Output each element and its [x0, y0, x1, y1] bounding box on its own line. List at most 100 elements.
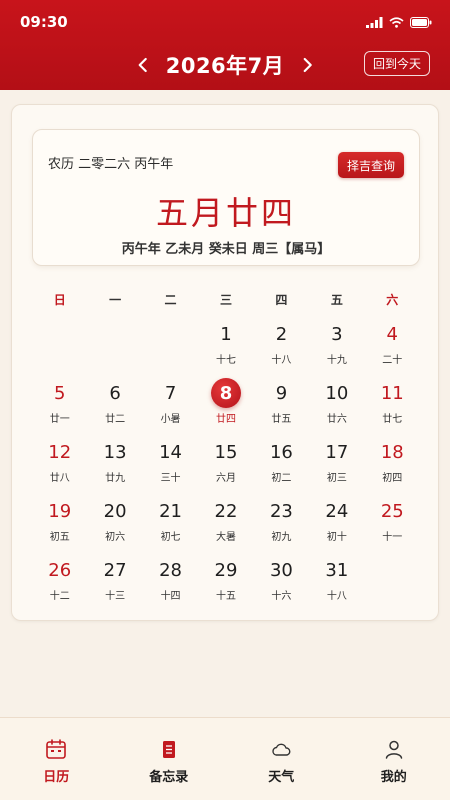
day-cell[interactable]: 21 初七: [143, 496, 198, 555]
day-number: 10: [325, 382, 349, 404]
weekday-wed: 三: [219, 293, 232, 307]
day-cell[interactable]: 20 初六: [87, 496, 142, 555]
day-lunar-label: 三十: [160, 473, 181, 484]
empty-day-cell: [32, 319, 87, 378]
day-lunar-label: 初五: [49, 532, 70, 543]
day-cell[interactable]: 2 十八: [254, 319, 309, 378]
day-cell[interactable]: 23 初九: [254, 496, 309, 555]
day-lunar-label: 十九: [326, 355, 347, 366]
day-number: 16: [269, 441, 293, 463]
lunar-info-card: 农历 二零二六 丙午年 择吉查询 五月廿四 丙午年 乙未月 癸未日 周三【属马】: [32, 129, 420, 266]
day-cell[interactable]: 3 十九: [309, 319, 364, 378]
day-lunar-label: 廿六: [326, 414, 347, 425]
day-cell[interactable]: 26 十二: [32, 555, 87, 614]
status-bar: 09:30: [0, 0, 450, 44]
day-number: 31: [325, 559, 349, 581]
day-cell[interactable]: 17 初三: [309, 437, 364, 496]
day-cell[interactable]: 22 大暑: [198, 496, 253, 555]
tab-label: 日历: [43, 770, 70, 785]
day-cell[interactable]: 15 六月: [198, 437, 253, 496]
calendar-card: 农历 二零二六 丙午年 择吉查询 五月廿四 丙午年 乙未月 癸未日 周三【属马】…: [11, 104, 439, 621]
day-number: 26: [48, 559, 72, 581]
user-icon: [383, 738, 405, 760]
day-cell[interactable]: 19 初五: [32, 496, 87, 555]
day-lunar-label: 初三: [326, 473, 347, 484]
day-lunar-label: 二十: [382, 355, 403, 366]
day-cell[interactable]: 1 十七: [198, 319, 253, 378]
bottom-tab-bar: 日历 备忘录 天气 我的: [0, 717, 450, 800]
weekday-fri: 五: [330, 293, 343, 307]
tab-calendar[interactable]: 日历: [0, 718, 113, 800]
day-number: 7: [164, 382, 177, 404]
tab-label: 天气: [268, 770, 295, 785]
day-number: 30: [269, 559, 293, 581]
day-lunar-label: 廿一: [49, 414, 70, 425]
day-cell[interactable]: 11 廿七: [365, 378, 420, 437]
day-cell[interactable]: 29 十五: [198, 555, 253, 614]
day-cell[interactable]: 9 廿五: [254, 378, 309, 437]
day-cell[interactable]: 7 小暑: [143, 378, 198, 437]
day-lunar-label: 十六: [271, 591, 292, 602]
day-cell[interactable]: 30 十六: [254, 555, 309, 614]
weekday-sat: 六: [386, 293, 399, 307]
day-number: 14: [159, 441, 183, 463]
day-cell[interactable]: 31 十八: [309, 555, 364, 614]
day-number: 17: [325, 441, 349, 463]
tab-memo[interactable]: 备忘录: [113, 718, 226, 800]
day-number: 24: [325, 500, 349, 522]
day-cell[interactable]: 8 廿四: [198, 378, 253, 437]
empty-day-cell: [143, 319, 198, 378]
prev-month-icon[interactable]: [130, 50, 156, 80]
day-lunar-label: 初六: [105, 532, 126, 543]
tab-profile[interactable]: 我的: [338, 718, 450, 800]
today-button[interactable]: 回到今天: [363, 51, 430, 76]
next-month-icon[interactable]: [294, 50, 320, 80]
day-number: 25: [380, 500, 404, 522]
day-lunar-label: 十八: [326, 591, 347, 602]
day-lunar-label: 六月: [215, 473, 236, 484]
day-number: 9: [275, 382, 288, 404]
day-number: 20: [103, 500, 127, 522]
weekday-thu: 四: [275, 293, 288, 307]
day-cell[interactable]: 6 廿二: [87, 378, 142, 437]
weather-icon: [270, 738, 292, 760]
day-cell[interactable]: 5 廿一: [32, 378, 87, 437]
day-cell[interactable]: 14 三十: [143, 437, 198, 496]
day-number: 29: [214, 559, 238, 581]
day-cell[interactable]: 27 十三: [87, 555, 142, 614]
day-lunar-label: 初四: [382, 473, 403, 484]
day-number: 13: [103, 441, 127, 463]
month-nav-row: 2026年7月 回到今天: [0, 46, 450, 84]
day-number: 19: [48, 500, 72, 522]
day-lunar-label: 十二: [49, 591, 70, 602]
app-header: 09:30 2026年7月 回到今天: [0, 0, 450, 90]
battery-icon: [410, 13, 432, 32]
day-number: 3: [331, 323, 343, 345]
day-cell[interactable]: 13 廿九: [87, 437, 142, 496]
day-cell[interactable]: 25 十一: [365, 496, 420, 555]
day-number: 4: [386, 323, 398, 345]
month-navigator: 2026年7月: [130, 46, 321, 84]
day-number: 23: [269, 500, 293, 522]
day-cell[interactable]: 4 二十: [365, 319, 420, 378]
tab-weather[interactable]: 天气: [225, 718, 338, 800]
day-cell[interactable]: 16 初二: [254, 437, 309, 496]
lunar-date: 五月廿四: [155, 194, 296, 232]
tab-label: 我的: [380, 770, 407, 785]
day-number: 18: [380, 441, 404, 463]
tab-label: 备忘录: [149, 770, 189, 785]
memo-icon: [158, 738, 180, 760]
day-lunar-label: 十四: [160, 591, 181, 602]
day-number: 21: [159, 500, 183, 522]
weekday-mon: 一: [109, 293, 122, 307]
day-cell[interactable]: 18 初四: [365, 437, 420, 496]
status-icons: [366, 13, 432, 32]
auspicious-query-button[interactable]: 择吉查询: [337, 152, 404, 178]
day-cell[interactable]: 10 廿六: [309, 378, 364, 437]
day-number: 1: [220, 323, 232, 345]
day-cell[interactable]: 24 初十: [309, 496, 364, 555]
day-cell[interactable]: 28 十四: [143, 555, 198, 614]
day-cell[interactable]: 12 廿八: [32, 437, 87, 496]
lunar-year: 农历 二零二六 丙午年: [48, 157, 174, 172]
day-number: 6: [109, 382, 121, 404]
